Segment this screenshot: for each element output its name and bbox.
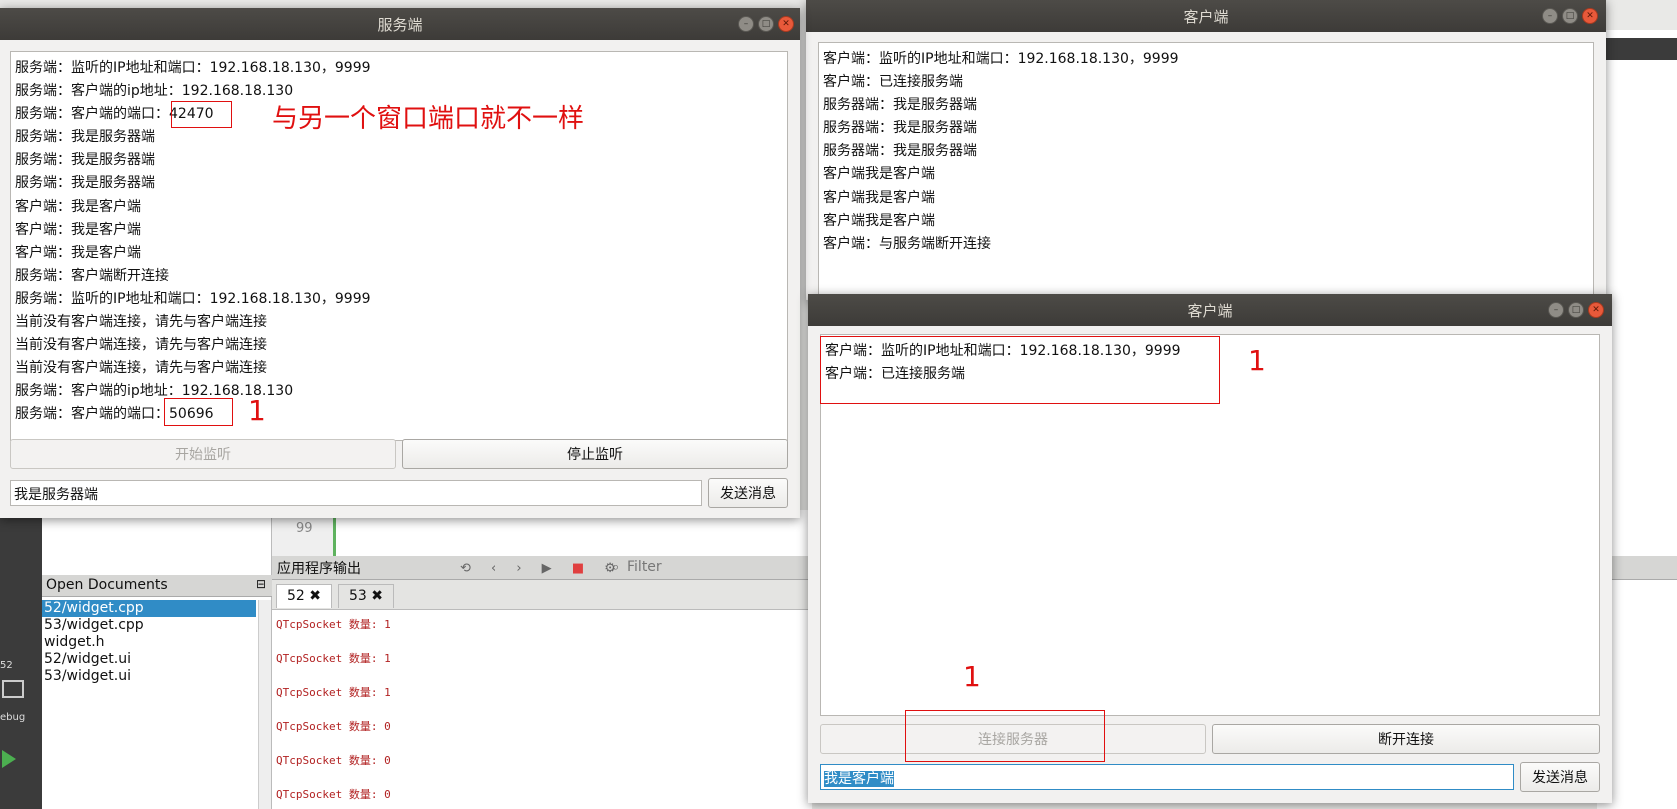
server-message-input[interactable]: 我是服务器端 bbox=[10, 480, 702, 506]
kit-label: 52 bbox=[0, 660, 13, 671]
annotation-mark-1: 1 bbox=[963, 660, 981, 693]
output-line: QTcpSocket 数量: 0 bbox=[276, 720, 391, 733]
log-line: 当前没有客户端连接，请先与客户端连接 bbox=[15, 314, 267, 331]
log-line: 服务器端：我是服务器端 bbox=[823, 143, 977, 160]
minimize-icon[interactable]: – bbox=[738, 16, 754, 32]
document-item[interactable]: 53/widget.ui bbox=[42, 668, 256, 685]
log-line: 客户端：我是客户端 bbox=[15, 244, 141, 261]
close-icon[interactable]: ✕ bbox=[778, 16, 794, 32]
output-controls-icons[interactable]: ⟲ ‹ › ▶ ■ ⚙ bbox=[460, 561, 624, 576]
server-send-button[interactable]: 发送消息 bbox=[708, 478, 788, 508]
log-line: 客户端：监听的IP地址和端口：192.168.18.130，9999 bbox=[823, 51, 1179, 67]
client-message-input[interactable]: 我是客户端 bbox=[820, 764, 1514, 790]
open-documents-list: 52/widget.cpp 53/widget.cpp widget.h 52/… bbox=[42, 600, 256, 685]
close-panel-icon[interactable]: ⊟ bbox=[256, 577, 266, 591]
annotation-box-connect-button bbox=[905, 710, 1105, 762]
log-line: 服务端：客户端的ip地址：192.168.18.130 bbox=[15, 383, 294, 400]
log-line: 服务端：客户端的端口：50696 bbox=[15, 406, 214, 423]
client-back-titlebar[interactable]: 客户端 – □ ✕ bbox=[806, 0, 1606, 32]
log-line: 服务器端：我是服务器端 bbox=[823, 120, 977, 137]
ide-right-toolbar bbox=[1597, 38, 1677, 60]
minimize-icon[interactable]: – bbox=[1548, 302, 1564, 318]
annotation-port-note: 与另一个窗口端口就不一样 bbox=[272, 104, 585, 134]
log-line: 客户端我是客户端 bbox=[823, 189, 935, 206]
maximize-icon[interactable]: □ bbox=[758, 16, 774, 32]
log-line: 客户端：我是客户端 bbox=[15, 221, 141, 238]
annotation-box-port-42470 bbox=[171, 101, 232, 128]
server-titlebar[interactable]: 服务端 – □ ✕ bbox=[0, 8, 800, 40]
minimize-icon[interactable]: – bbox=[1542, 8, 1558, 24]
log-line: 客户端我是客户端 bbox=[823, 166, 935, 183]
client-window-back: 客户端 – □ ✕ 客户端：监听的IP地址和端口：192.168.18.130，… bbox=[806, 0, 1606, 300]
annotation-mark-1: 1 bbox=[248, 394, 266, 427]
selected-text: 我是客户端 bbox=[824, 771, 894, 787]
output-title: 应用程序输出 bbox=[277, 561, 361, 577]
log-line: 服务端：监听的IP地址和端口：192.168.18.130，9999 bbox=[15, 290, 371, 307]
window-title: 服务端 bbox=[377, 15, 423, 34]
tab-53[interactable]: 53 ✖ bbox=[338, 584, 394, 608]
client-front-titlebar[interactable]: 客户端 – □ ✕ bbox=[808, 294, 1612, 326]
ide-mode-sidebar: 52 ebug bbox=[0, 510, 42, 809]
close-icon[interactable]: ✕ bbox=[1588, 302, 1604, 318]
start-listen-button[interactable]: 开始监听 bbox=[10, 439, 396, 469]
log-line: 客户端我是客户端 bbox=[823, 212, 935, 229]
document-item[interactable]: 52/widget.cpp bbox=[42, 600, 256, 617]
window-title: 客户端 bbox=[1183, 7, 1229, 26]
annotation-box-client-connected bbox=[820, 336, 1220, 404]
line-number: 99 bbox=[296, 521, 313, 536]
log-line: 客户端：我是客户端 bbox=[15, 198, 141, 215]
log-line: 服务端：我是服务器端 bbox=[15, 175, 155, 192]
output-tabs: 52 ✖ 53 ✖ bbox=[272, 580, 812, 610]
client-send-button[interactable]: 发送消息 bbox=[1520, 762, 1600, 792]
log-line: 服务端：监听的IP地址和端口：192.168.18.130，9999 bbox=[15, 60, 371, 76]
maximize-icon[interactable]: □ bbox=[1568, 302, 1584, 318]
close-icon[interactable]: ✕ bbox=[1582, 8, 1598, 24]
annotation-mark-1: 1 bbox=[1248, 344, 1266, 377]
search-icon: ⌕ bbox=[612, 560, 620, 575]
annotation-box-port-50696 bbox=[164, 398, 233, 426]
stop-listen-button[interactable]: 停止监听 bbox=[402, 439, 788, 469]
window-title: 客户端 bbox=[1187, 301, 1233, 320]
open-documents-header: Open Documents ⊟ bbox=[42, 575, 272, 597]
output-line: QTcpSocket 数量: 1 bbox=[276, 652, 391, 665]
disconnect-button[interactable]: 断开连接 bbox=[1212, 724, 1600, 754]
document-item[interactable]: widget.h bbox=[42, 634, 256, 651]
log-line: 当前没有客户端连接，请先与客户端连接 bbox=[15, 337, 267, 354]
open-documents-title: Open Documents bbox=[46, 577, 168, 593]
client-log: 客户端：监听的IP地址和端口：192.168.18.130，9999 客户端：已… bbox=[818, 42, 1594, 300]
monitor-icon[interactable] bbox=[2, 680, 24, 698]
log-line: 客户端：与服务端断开连接 bbox=[823, 235, 991, 252]
log-line: 服务端：我是服务器端 bbox=[15, 152, 155, 169]
filter-input[interactable]: Filter bbox=[627, 559, 662, 575]
output-line: QTcpSocket 数量: 1 bbox=[276, 618, 391, 631]
maximize-icon[interactable]: □ bbox=[1562, 8, 1578, 24]
output-line: QTcpSocket 数量: 0 bbox=[276, 788, 391, 801]
documents-scrollbar[interactable] bbox=[258, 600, 271, 809]
log-line: 客户端：已连接服务端 bbox=[823, 74, 963, 91]
build-mode-label: ebug bbox=[0, 712, 26, 723]
run-icon[interactable] bbox=[2, 750, 16, 768]
output-line: QTcpSocket 数量: 1 bbox=[276, 686, 391, 699]
output-line: QTcpSocket 数量: 0 bbox=[276, 754, 391, 767]
log-line: 服务端：客户端断开连接 bbox=[15, 267, 169, 284]
open-documents-panel: 52/widget.cpp 53/widget.cpp widget.h 52/… bbox=[42, 510, 272, 809]
document-item[interactable]: 53/widget.cpp bbox=[42, 617, 256, 634]
log-line: 当前没有客户端连接，请先与客户端连接 bbox=[15, 360, 267, 377]
server-window: 服务端 – □ ✕ 服务端：监听的IP地址和端口：192.168.18.130，… bbox=[0, 8, 800, 518]
log-line: 服务器端：我是服务器端 bbox=[823, 97, 977, 114]
document-item[interactable]: 52/widget.ui bbox=[42, 651, 256, 668]
tab-52[interactable]: 52 ✖ bbox=[276, 584, 332, 608]
